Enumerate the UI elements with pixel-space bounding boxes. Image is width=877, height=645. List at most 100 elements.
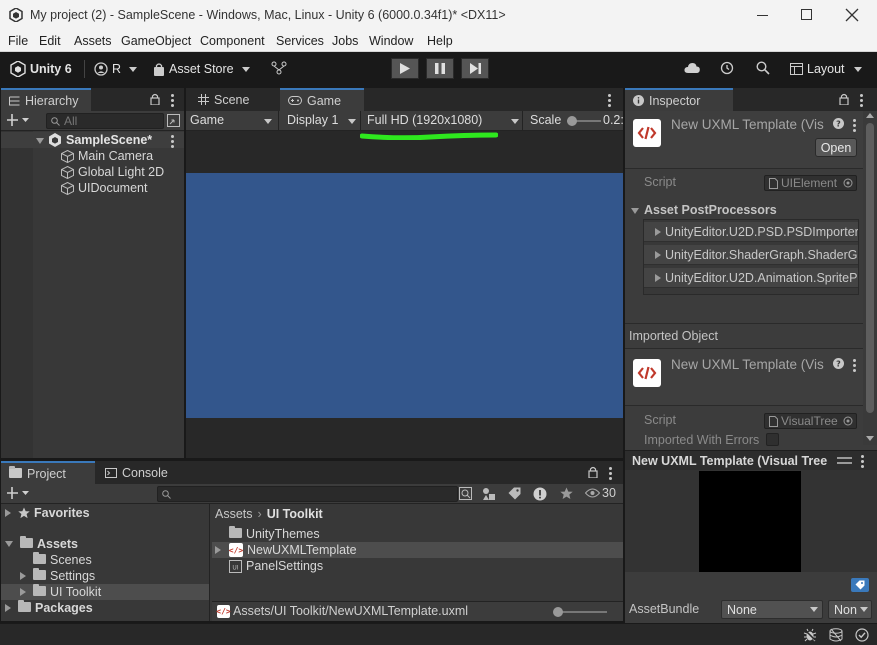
- hidden-packages-toggle[interactable]: 30: [585, 486, 616, 500]
- folder-item-scenes[interactable]: Scenes: [33, 552, 92, 568]
- hierarchy-item-uidocument[interactable]: UIDocument: [61, 180, 147, 196]
- tab-hierarchy[interactable]: Hierarchy: [1, 88, 91, 111]
- postprocessors-foldout[interactable]: Asset PostProcessors: [631, 203, 777, 217]
- asset-store-dropdown[interactable]: Asset Store: [153, 58, 250, 80]
- hierarchy-item-global-light[interactable]: Global Light 2D: [61, 164, 164, 180]
- menu-assets[interactable]: Assets: [74, 34, 112, 48]
- menu-jobs[interactable]: Jobs: [332, 34, 358, 48]
- game-mode-dropdown[interactable]: Game: [186, 111, 279, 131]
- search-by-type-icon[interactable]: [459, 487, 472, 500]
- pause-button[interactable]: [426, 58, 454, 79]
- filter-by-label-icon[interactable]: [508, 487, 521, 500]
- display-dropdown[interactable]: Display 1: [280, 111, 361, 131]
- maximize-icon[interactable]: [801, 9, 812, 20]
- file-item-newuxmltemplate[interactable]: </> NewUXMLTemplate: [212, 542, 623, 558]
- breadcrumb-assets[interactable]: Assets: [215, 507, 253, 521]
- tab-project[interactable]: Project: [1, 461, 95, 484]
- menu-edit[interactable]: Edit: [39, 34, 61, 48]
- help-icon[interactable]: ?: [833, 118, 844, 129]
- scale-slider-handle[interactable]: [567, 116, 577, 126]
- scale-slider[interactable]: [567, 116, 601, 126]
- preview-header[interactable]: New UXML Template (Visual Tree: [625, 450, 877, 470]
- scrollbar-thumb[interactable]: [866, 123, 874, 413]
- label-tag-icon[interactable]: [851, 578, 869, 592]
- search-placeholder: All: [64, 114, 78, 128]
- menu-help[interactable]: Help: [427, 34, 453, 48]
- favorite-star-icon[interactable]: [560, 487, 573, 500]
- compile-status-check-icon[interactable]: [855, 628, 869, 642]
- object-picker-icon[interactable]: [843, 178, 853, 188]
- more-menu-icon[interactable]: [608, 94, 611, 109]
- more-menu-icon[interactable]: [609, 467, 612, 482]
- menu-window[interactable]: Window: [369, 34, 413, 48]
- minimize-icon[interactable]: [757, 15, 768, 16]
- lock-icon[interactable]: [839, 93, 849, 105]
- script-object-field[interactable]: UIElement: [764, 175, 857, 191]
- scroll-up-icon[interactable]: [866, 113, 874, 118]
- more-menu-icon[interactable]: [171, 94, 174, 109]
- folder-item-settings[interactable]: Settings: [20, 568, 95, 584]
- step-button[interactable]: [461, 58, 489, 79]
- more-menu-icon[interactable]: [853, 359, 856, 374]
- cache-server-icon[interactable]: [829, 628, 843, 642]
- account-dropdown[interactable]: R: [94, 58, 138, 80]
- tab-scene[interactable]: Scene: [190, 88, 276, 111]
- create-add-icon[interactable]: [7, 114, 29, 126]
- file-item-unitythemes[interactable]: UnityThemes: [229, 526, 320, 542]
- open-button[interactable]: Open: [815, 138, 857, 157]
- more-menu-icon[interactable]: [861, 455, 864, 470]
- scroll-down-icon[interactable]: [866, 436, 874, 441]
- lock-icon[interactable]: [150, 93, 160, 105]
- expand-arrow-icon[interactable]: [36, 133, 44, 147]
- tab-console[interactable]: Console: [97, 461, 187, 484]
- drag-handle-icon[interactable]: [837, 457, 852, 464]
- filter-by-type-icon[interactable]: [482, 487, 496, 500]
- packages-foldout[interactable]: Packages: [5, 600, 93, 616]
- menu-file[interactable]: File: [8, 34, 28, 48]
- menu-component[interactable]: Component: [200, 34, 265, 48]
- postprocessor-item[interactable]: UnityEditor.U2D.Animation.SpriteP: [644, 268, 858, 288]
- inspector-scrollbar[interactable]: [863, 111, 877, 445]
- play-button[interactable]: [391, 58, 419, 79]
- imported-script-field[interactable]: VisualTree: [764, 413, 857, 429]
- game-viewport[interactable]: [186, 173, 623, 418]
- folder-item-ui-toolkit[interactable]: UI Toolkit: [1, 584, 209, 600]
- more-menu-icon[interactable]: [860, 94, 863, 109]
- version-control-icon[interactable]: [271, 61, 287, 75]
- hierarchy-search-input[interactable]: All: [46, 113, 164, 129]
- create-add-icon[interactable]: [7, 487, 29, 499]
- object-picker-icon[interactable]: [843, 416, 853, 426]
- menu-gameobject[interactable]: GameObject: [121, 34, 191, 48]
- menu-services[interactable]: Services: [276, 34, 324, 48]
- warning-filter-icon[interactable]: [533, 487, 547, 501]
- search-icon[interactable]: [756, 61, 770, 75]
- tab-inspector[interactable]: Inspector: [625, 88, 733, 111]
- postprocessor-item[interactable]: UnityEditor.ShaderGraph.ShaderGr: [644, 245, 858, 265]
- icon-size-slider-handle[interactable]: [553, 607, 563, 617]
- close-icon[interactable]: [845, 8, 859, 22]
- file-item-panelsettings[interactable]: UI PanelSettings: [229, 558, 323, 574]
- assets-foldout[interactable]: Assets: [5, 536, 78, 552]
- scene-filter-icon[interactable]: [167, 114, 180, 127]
- favorites-foldout[interactable]: Favorites: [5, 505, 90, 521]
- assetbundle-variant-dropdown[interactable]: Non: [828, 600, 872, 619]
- project-search-input[interactable]: [157, 486, 458, 502]
- tab-game[interactable]: Game: [280, 88, 364, 111]
- icon-size-slider[interactable]: [553, 607, 607, 617]
- help-icon[interactable]: ?: [833, 358, 844, 369]
- unity-account-button[interactable]: Unity 6: [10, 58, 72, 80]
- scene-more-icon[interactable]: [171, 135, 174, 150]
- breadcrumb-ui-toolkit[interactable]: UI Toolkit: [267, 507, 323, 521]
- imported-with-errors-checkbox[interactable]: [766, 433, 779, 446]
- scene-root-item[interactable]: SampleScene*: [1, 132, 184, 148]
- assetbundle-dropdown[interactable]: None: [721, 600, 823, 619]
- postprocessor-item[interactable]: UnityEditor.U2D.PSD.PSDImporter/: [644, 222, 858, 242]
- debug-bug-icon[interactable]: [803, 628, 817, 642]
- lock-icon[interactable]: [588, 466, 598, 478]
- cloud-icon[interactable]: [684, 62, 700, 73]
- resolution-dropdown[interactable]: Full HD (1920x1080): [362, 111, 523, 131]
- more-menu-icon[interactable]: [853, 119, 856, 134]
- hierarchy-item-main-camera[interactable]: Main Camera: [61, 148, 153, 164]
- history-icon[interactable]: [720, 61, 734, 75]
- layout-dropdown[interactable]: Layout: [790, 58, 862, 80]
